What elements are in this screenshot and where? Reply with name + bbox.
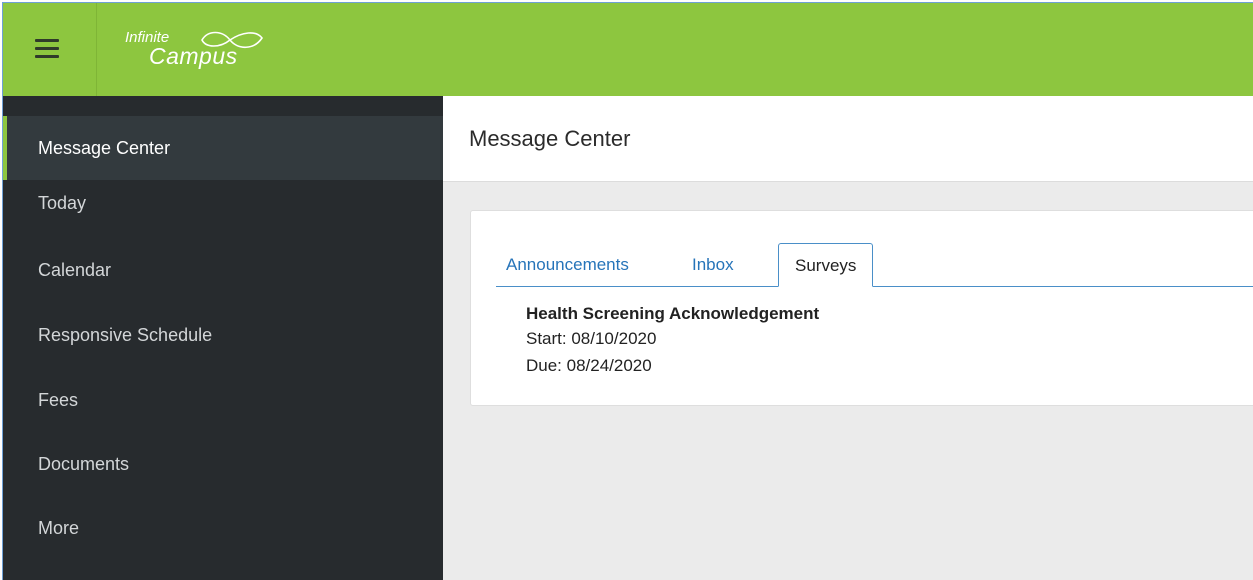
sidebar-item-calendar[interactable]: Calendar xyxy=(3,238,443,302)
tabs-divider xyxy=(496,286,1253,287)
app-window: Infinite Campus Message Center Today Cal… xyxy=(2,2,1253,580)
survey-list-item[interactable]: Health Screening Acknowledgement Start: … xyxy=(526,303,819,379)
sidebar-item-documents[interactable]: Documents xyxy=(3,432,443,496)
page-title: Message Center xyxy=(469,126,631,151)
sidebar-item-today[interactable]: Today xyxy=(3,180,443,244)
sidebar-item-responsive-schedule[interactable]: Responsive Schedule xyxy=(3,303,443,367)
sidebar-item-fees[interactable]: Fees xyxy=(3,368,443,432)
main-content: Message Center Announcements Inbox Surve… xyxy=(443,96,1253,580)
page-header: Message Center xyxy=(443,96,1253,182)
top-bar: Infinite Campus xyxy=(3,3,1253,96)
sidebar-item-more[interactable]: More xyxy=(3,496,443,560)
hamburger-icon xyxy=(35,39,59,59)
survey-due-date: Due: 08/24/2020 xyxy=(526,356,652,375)
survey-start-date: Start: 08/10/2020 xyxy=(526,329,657,348)
survey-title[interactable]: Health Screening Acknowledgement xyxy=(526,303,819,325)
tab-announcements[interactable]: Announcements xyxy=(506,243,629,286)
menu-button[interactable] xyxy=(3,3,97,96)
message-card: Announcements Inbox Surveys Health Scree… xyxy=(470,210,1253,406)
infinite-campus-logo[interactable]: Infinite Campus xyxy=(125,25,275,75)
sidebar-item-message-center[interactable]: Message Center xyxy=(3,116,443,180)
tab-surveys[interactable]: Surveys xyxy=(778,243,874,287)
logo-text-bottom: Campus xyxy=(149,43,238,69)
sidebar: Message Center Today Calendar Responsive… xyxy=(3,96,443,580)
tab-inbox[interactable]: Inbox xyxy=(692,243,734,286)
